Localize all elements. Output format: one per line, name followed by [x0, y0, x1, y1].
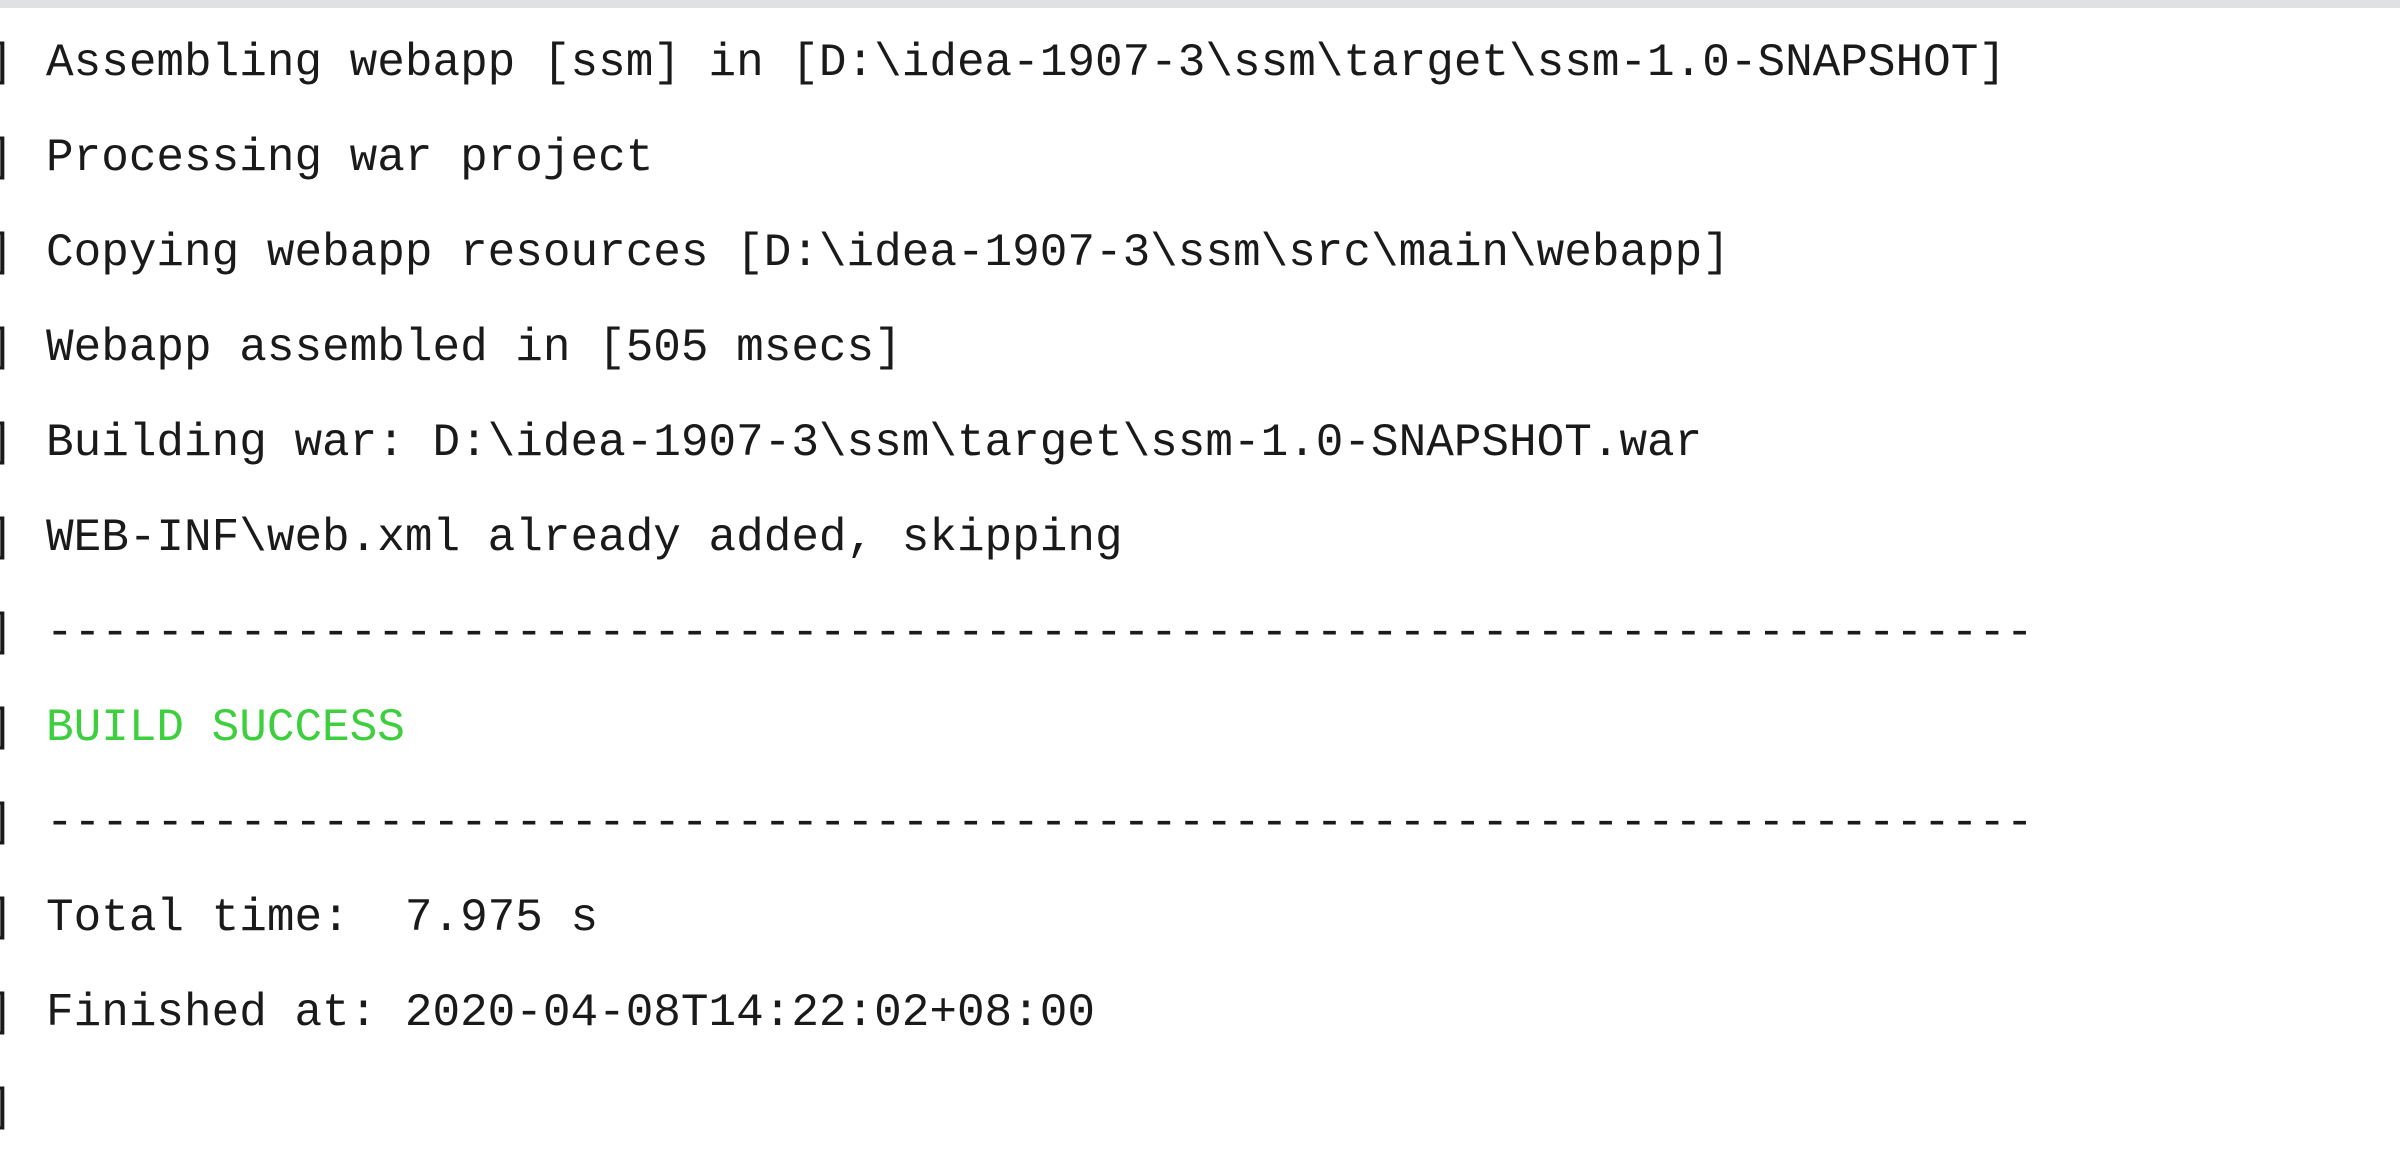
log-line: ] Assembling webapp [ssm] in [D:\idea-190…	[0, 16, 2400, 111]
window-top-bar	[0, 0, 2400, 8]
log-level-bracket: ]	[0, 681, 14, 776]
log-level-bracket: ]	[0, 301, 14, 396]
log-level-bracket: ]	[0, 111, 14, 206]
log-line: ] Finished at: 2020-04-08T14:22:02+08:00	[0, 966, 2400, 1061]
log-line: ] Copying webapp resources [D:\idea-1907-…	[0, 206, 2400, 301]
log-level-bracket: ]	[0, 396, 14, 491]
log-line: ] ---------------------------------------…	[0, 586, 2400, 681]
log-text: BUILD SUCCESS	[46, 702, 405, 754]
log-text: ----------------------------------------…	[46, 607, 2034, 659]
log-text: Processing war project	[46, 132, 654, 184]
log-level-bracket: ]	[0, 16, 14, 111]
log-level-bracket: ]	[0, 966, 14, 1061]
log-level-bracket: ]	[0, 776, 14, 871]
log-text: Building war: D:\idea-1907-3\ssm\target\…	[46, 417, 1703, 469]
log-level-bracket: ]	[0, 871, 14, 966]
log-text: Total time: 7.975 s	[46, 892, 599, 944]
log-line: ]	[0, 1061, 2400, 1156]
log-line: ] Webapp assembled in [505 msecs]	[0, 301, 2400, 396]
build-success-line: ] BUILD SUCCESS	[0, 681, 2400, 776]
log-level-bracket: ]	[0, 586, 14, 681]
log-text: Webapp assembled in [505 msecs]	[46, 322, 902, 374]
log-level-bracket: ]	[0, 1061, 14, 1156]
log-text: Copying webapp resources [D:\idea-1907-3…	[46, 227, 1730, 279]
log-level-bracket: ]	[0, 491, 14, 586]
log-text: Assembling webapp [ssm] in [D:\idea-1907…	[46, 37, 2006, 89]
log-text: Finished at: 2020-04-08T14:22:02+08:00	[46, 987, 1095, 1039]
console-output: ] Assembling webapp [ssm] in [D:\idea-190…	[0, 16, 2400, 1156]
log-line: ] Processing war project	[0, 111, 2400, 206]
log-line: ] Total time: 7.975 s	[0, 871, 2400, 966]
log-text: WEB-INF\web.xml already added, skipping	[46, 512, 1123, 564]
log-level-bracket: ]	[0, 206, 14, 301]
log-line: ] Building war: D:\idea-1907-3\ssm\target…	[0, 396, 2400, 491]
log-line: ] WEB-INF\web.xml already added, skipping	[0, 491, 2400, 586]
log-text: ----------------------------------------…	[46, 797, 2034, 849]
log-line: ] ---------------------------------------…	[0, 776, 2400, 871]
